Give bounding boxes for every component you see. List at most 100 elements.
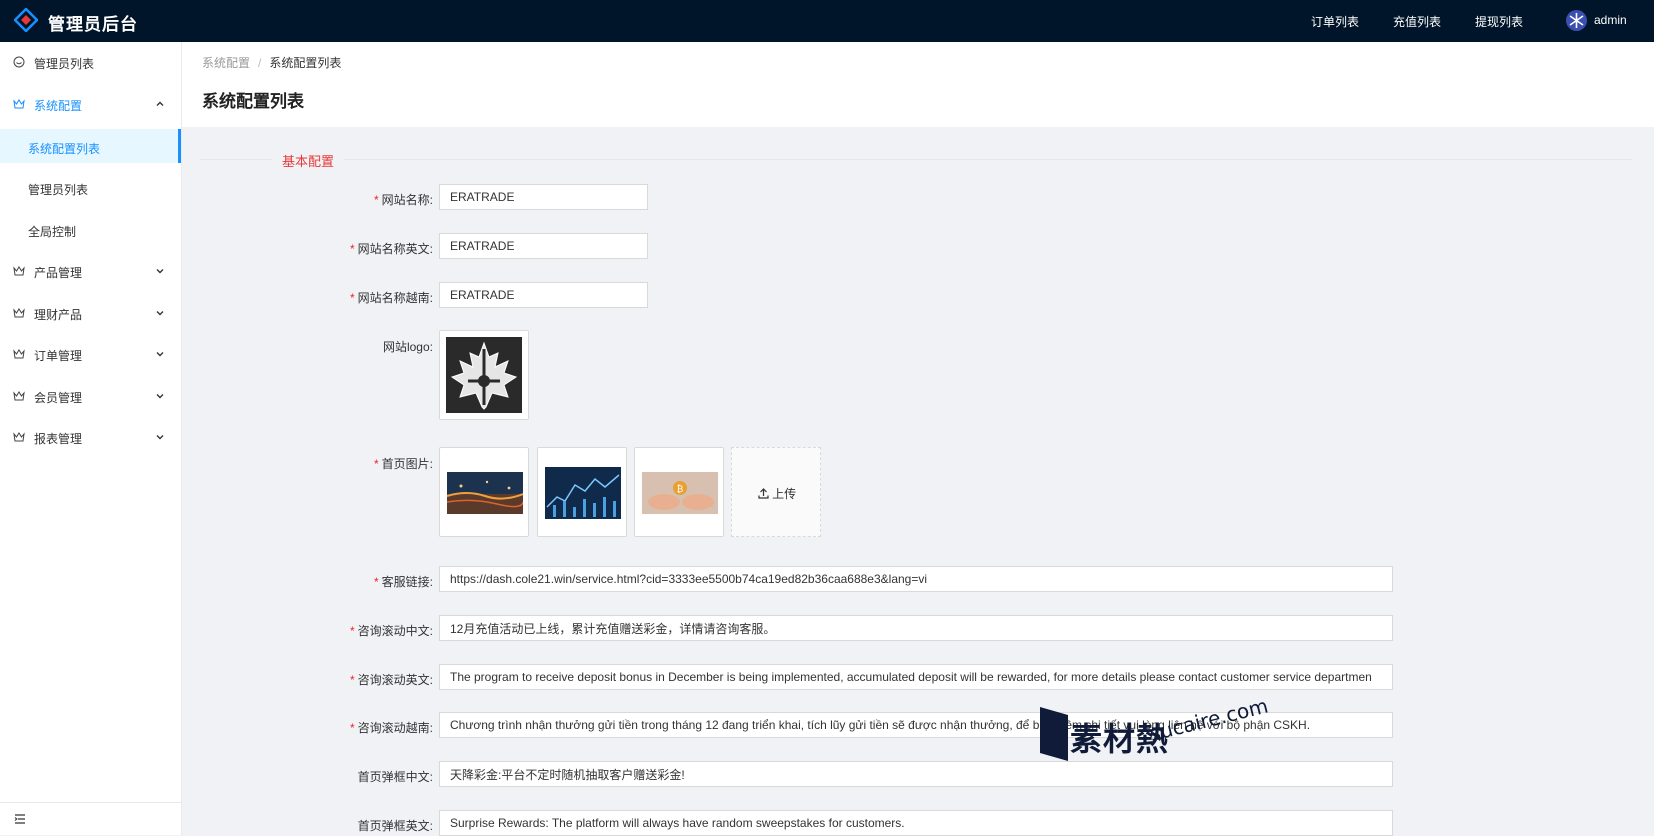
logo-icon <box>14 8 38 32</box>
popup-en-label-text: 首页弹框英文: <box>357 819 433 833</box>
chevron-down-icon <box>156 269 164 274</box>
scroll-vi-label: * 咨询滚动越南: <box>183 719 433 736</box>
home-image-card[interactable] <box>439 447 529 537</box>
logo-image-card[interactable] <box>439 330 529 420</box>
watermark-text-en: sucaire.com <box>1147 693 1271 746</box>
sidebar: 管理员列表 系统配置 系统配置列表 管理员列表 全局控制 产品管理 理财产品 订… <box>0 42 182 835</box>
sidebar-item-label: 管理员列表 <box>34 57 95 71</box>
site-name-vi-label-text: 网站名称越南: <box>357 291 433 305</box>
sidebar-item-label: 订单管理 <box>34 349 83 363</box>
username[interactable]: admin <box>1594 13 1627 27</box>
sidebar-item-system-config[interactable]: 系统配置 <box>0 84 181 124</box>
maple-leaf-logo-image <box>446 337 522 413</box>
required-mark: * <box>349 721 355 735</box>
section-divider <box>200 159 1632 160</box>
logo-label: 网站logo: <box>183 338 433 355</box>
site-name-vi-input[interactable] <box>439 282 648 308</box>
scroll-vi-label-text: 咨询滚动越南: <box>357 721 433 735</box>
sidebar-item-admin-list[interactable]: 管理员列表 <box>0 42 181 82</box>
site-name-en-input[interactable] <box>439 233 648 259</box>
sidebar-item-member-management[interactable]: 会员管理 <box>0 376 181 416</box>
required-mark: * <box>373 575 379 589</box>
scroll-en-label-text: 咨询滚动英文: <box>357 673 433 687</box>
sidebar-item-product-management[interactable]: 产品管理 <box>0 251 181 291</box>
page-title: 系统配置列表 <box>202 92 304 111</box>
collapse-sidebar-button[interactable] <box>0 802 181 835</box>
home-images-label: * 首页图片: <box>183 455 433 472</box>
sidebar-item-report-management[interactable]: 报表管理 <box>0 417 181 457</box>
popup-en-input[interactable] <box>439 810 1393 836</box>
chevron-down-icon <box>156 311 164 316</box>
required-mark: * <box>349 673 355 687</box>
sidebar-item-label: 报表管理 <box>34 432 83 446</box>
home-images-label-text: 首页图片: <box>381 457 433 471</box>
sidebar-subitem-system-config-list[interactable]: 系统配置列表 <box>0 129 181 163</box>
breadcrumb-current: 系统配置列表 <box>269 56 342 70</box>
stock-chart-image <box>545 467 621 519</box>
home-image-card[interactable]: ₿ <box>634 447 724 537</box>
chevron-up-icon <box>156 101 164 106</box>
crown-icon <box>13 308 25 318</box>
logo-label-text: 网站logo: <box>382 340 433 354</box>
menu-fold-icon <box>14 814 25 824</box>
sidebar-subitem-label: 管理员列表 <box>28 183 89 197</box>
scroll-en-input[interactable] <box>439 664 1393 690</box>
scroll-cn-label: * 咨询滚动中文: <box>183 622 433 639</box>
sidebar-item-label: 系统配置 <box>34 99 83 113</box>
app-title: 管理员后台 <box>48 15 138 34</box>
required-mark: * <box>349 291 355 305</box>
service-link-label: * 客服链接: <box>183 573 433 590</box>
site-name-en-label: * 网站名称英文: <box>183 240 433 257</box>
sidebar-item-order-management[interactable]: 订单管理 <box>0 334 181 374</box>
coin-hands-image: ₿ <box>642 472 718 514</box>
crown-icon <box>13 349 25 359</box>
popup-cn-label: 首页弹框中文: <box>183 768 433 785</box>
upload-button[interactable]: 上传 <box>731 447 821 537</box>
watermark-icon <box>1040 707 1068 761</box>
required-mark: * <box>373 193 379 207</box>
crown-icon <box>13 266 25 276</box>
chevron-down-icon <box>156 352 164 357</box>
sidebar-subitem-global-control[interactable]: 全局控制 <box>0 212 181 246</box>
upload-icon <box>758 488 769 499</box>
nav-withdraw-list[interactable]: 提现列表 <box>1475 13 1523 30</box>
top-bar: 管理员后台 订单列表 充值列表 提现列表 admin <box>0 0 1654 42</box>
service-link-input[interactable] <box>439 566 1393 592</box>
scroll-en-label: * 咨询滚动英文: <box>183 671 433 688</box>
sidebar-subitem-label: 全局控制 <box>28 225 77 239</box>
sidebar-item-label: 会员管理 <box>34 391 83 405</box>
avatar-icon <box>1566 10 1587 31</box>
avatar[interactable] <box>1566 10 1587 31</box>
site-name-label: * 网站名称: <box>183 191 433 208</box>
site-name-input[interactable] <box>439 184 648 210</box>
sidebar-subitem-label: 系统配置列表 <box>28 142 101 156</box>
required-mark: * <box>373 457 379 471</box>
crown-icon <box>13 99 25 109</box>
city-night-image <box>447 472 523 514</box>
site-name-en-label-text: 网站名称英文: <box>357 242 433 256</box>
nav-recharge-list[interactable]: 充值列表 <box>1393 13 1441 30</box>
breadcrumb-separator: / <box>258 56 262 70</box>
home-image-card[interactable] <box>537 447 627 537</box>
svg-text:₿: ₿ <box>677 484 684 495</box>
sidebar-item-label: 产品管理 <box>34 266 83 280</box>
service-link-label-text: 客服链接: <box>381 575 433 589</box>
smile-icon <box>13 56 25 68</box>
required-mark: * <box>349 242 355 256</box>
crown-icon <box>13 391 25 401</box>
site-name-label-text: 网站名称: <box>381 193 433 207</box>
scroll-cn-input[interactable] <box>439 615 1393 641</box>
section-title: 基本配置 <box>272 151 345 170</box>
breadcrumb-parent[interactable]: 系统配置 <box>202 56 250 70</box>
chevron-down-icon <box>156 435 164 440</box>
chevron-down-icon <box>156 394 164 399</box>
popup-cn-label-text: 首页弹框中文: <box>357 770 433 784</box>
popup-cn-input[interactable] <box>439 761 1393 787</box>
upload-text: 上传 <box>772 487 797 501</box>
nav-order-list[interactable]: 订单列表 <box>1311 13 1359 30</box>
sidebar-subitem-admin-list[interactable]: 管理员列表 <box>0 170 181 204</box>
crown-icon <box>13 432 25 442</box>
sidebar-item-wealth-products[interactable]: 理财产品 <box>0 293 181 333</box>
breadcrumb: 系统配置 / 系统配置列表 <box>202 54 341 71</box>
sidebar-item-label: 理财产品 <box>34 308 83 322</box>
